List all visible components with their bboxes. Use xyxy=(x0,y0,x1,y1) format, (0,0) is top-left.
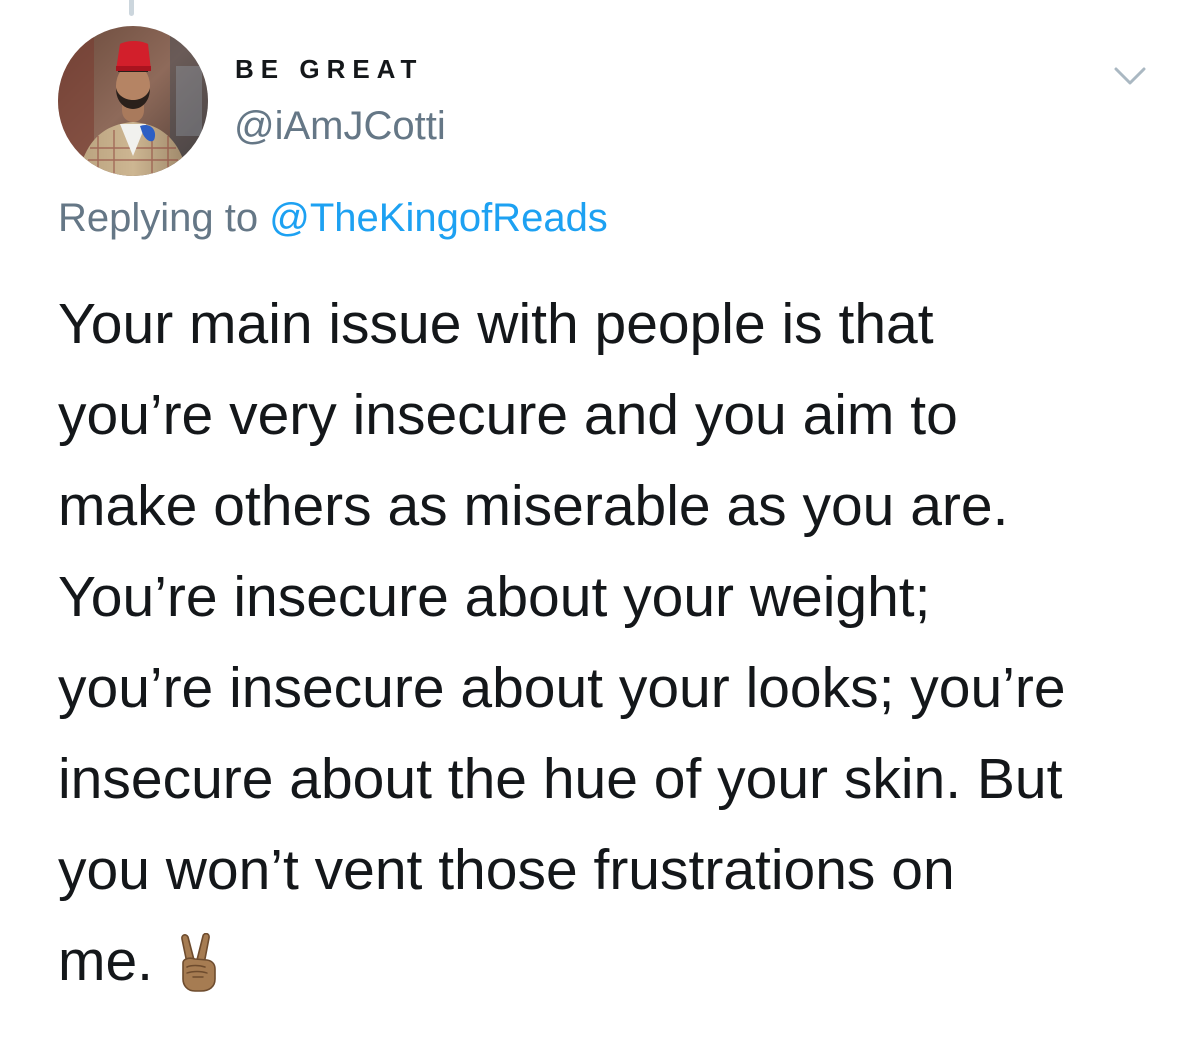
reply-mention-link[interactable]: @TheKingofReads xyxy=(269,196,608,240)
tweet-text-line: Your main issue with people is that xyxy=(58,292,934,356)
tweet-text-line: You’re insecure about your weight; xyxy=(58,565,931,629)
tweet-text-line: make others as miserable as you are. xyxy=(58,474,1009,538)
avatar[interactable] xyxy=(58,26,208,176)
replying-to: Replying to @TheKingofReads xyxy=(58,196,608,241)
tweet-last-line: me. xyxy=(58,916,1178,1007)
tweet-text-line: you’re very insecure and you aim to xyxy=(58,383,958,447)
tweet-text: Your main issue with people is that you’… xyxy=(58,279,1178,1007)
tweet-text-line: you’re insecure about your looks; you’re xyxy=(58,656,1066,720)
avatar-image xyxy=(58,26,208,176)
victory-hand-emoji-icon xyxy=(173,929,223,992)
author-display-name[interactable]: BE GREAT xyxy=(235,54,423,85)
tweet-card: BE GREAT @iAmJCotti Replying to @TheKing… xyxy=(0,0,1200,1043)
tweet-text-line: you won’t vent those frustrations on xyxy=(58,838,955,902)
author-handle[interactable]: @iAmJCotti xyxy=(234,104,446,149)
replying-to-label: Replying to xyxy=(58,196,270,240)
thread-connector-line xyxy=(129,0,134,16)
tweet-text-line: me. xyxy=(58,929,154,993)
tweet-text-line: insecure about the hue of your skin. But xyxy=(58,747,1063,811)
chevron-down-icon[interactable] xyxy=(1110,62,1150,92)
